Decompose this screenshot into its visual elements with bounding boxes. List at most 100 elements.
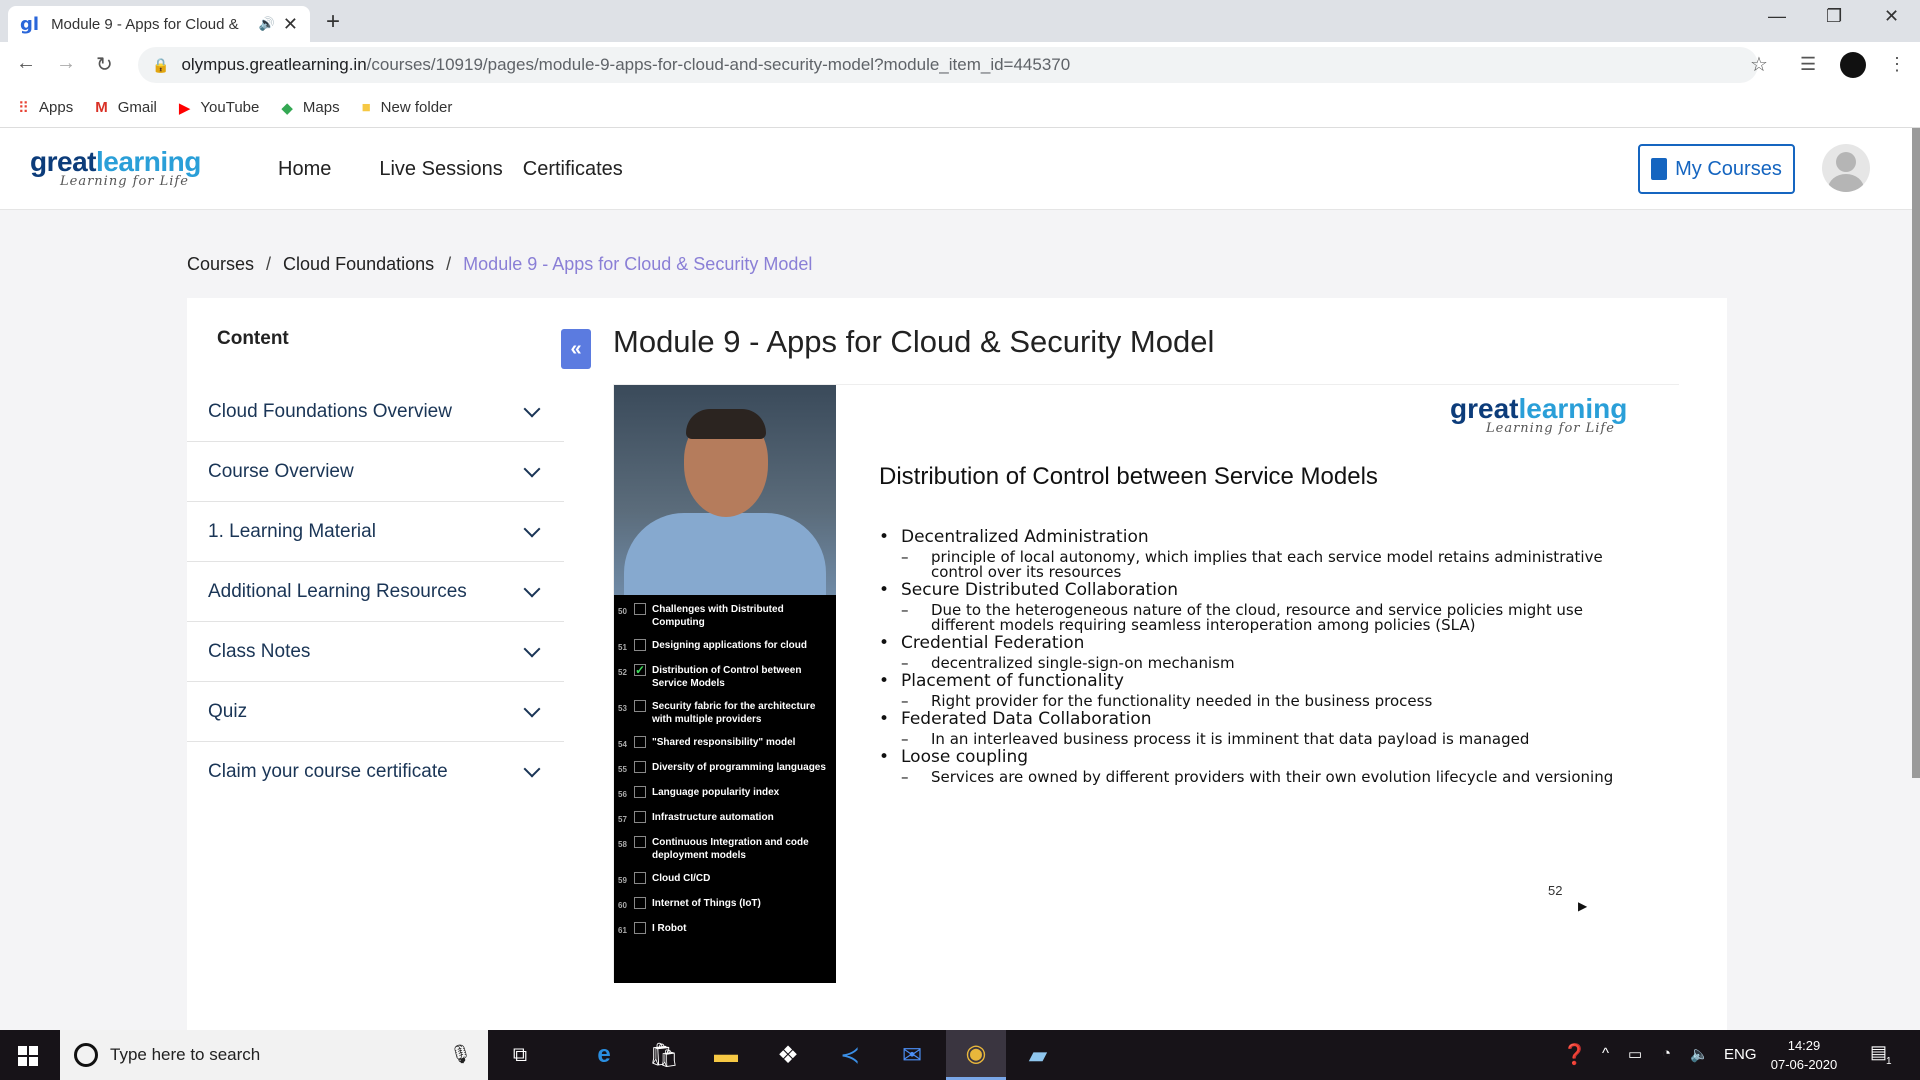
bookmark-label: New folder [380,99,453,116]
content-sidebar: Content Cloud Foundations Overview Cours… [187,298,564,1030]
forward-icon[interactable]: → [56,52,76,75]
video-topic-list: 50 Challenges with Distributed Computing … [614,603,836,947]
browser-tabstrip: gl Module 9 - Apps for Cloud & 🔊 ✕ + — ❐… [0,0,1920,42]
bookmark-maps[interactable]: ◆ Maps [281,99,339,117]
lock-icon: 🔒 [152,56,170,73]
bookmark-gmail[interactable]: M Gmail [95,99,157,116]
slide-greatlearning-logo: greatlearning Learning for Life [1450,393,1628,436]
my-courses-label: My Courses [1675,157,1782,180]
nav-live-sessions[interactable]: Live Sessions [379,158,502,181]
video-player[interactable]: 50 Challenges with Distributed Computing … [613,384,1680,983]
task-view-icon[interactable]: ⧉ [490,1030,550,1080]
sidebar-item-label: Quiz [208,700,248,722]
folder-icon: ■ [361,99,371,116]
play-icon[interactable]: ▶ [1578,899,1587,913]
reload-icon[interactable]: ↻ [96,52,113,77]
browser-menu-icon[interactable]: ⋮ [1888,54,1906,75]
speaker-icon[interactable]: 🔊 [259,16,275,32]
apps-grid-icon: ⠿ [18,99,29,117]
gmail-icon: M [95,99,108,116]
taskbar-search-input[interactable]: Type here to search 🎙 [60,1030,488,1080]
slide-subbullet: – In an interleaved business process it i… [901,730,1530,748]
checkbox-icon [634,922,646,934]
breadcrumb-separator: / [446,254,452,274]
nav-certificates[interactable]: Certificates [523,158,623,181]
slide-bullet: • Placement of functionality [879,671,1124,691]
sidebar-heading: Content [217,328,289,349]
profile-avatar-icon[interactable] [1840,52,1866,78]
breadcrumb-cloud-foundations[interactable]: Cloud Foundations [283,254,434,274]
bookmark-youtube[interactable]: ▶ YouTube [179,99,260,117]
main-nav: Home Live Sessions Certificates [278,158,623,181]
slide-subbullet: – Right provider for the functionality ne… [901,692,1433,710]
cortana-icon [74,1043,98,1067]
my-courses-button[interactable]: My Courses [1638,144,1795,194]
chrome-icon[interactable]: ◉ [946,1030,1006,1080]
topic-row: 55 Diversity of programming languages [618,761,826,774]
system-clock[interactable]: 14:29 07-06-2020 [1764,1036,1844,1074]
sidebar-item-course-overview[interactable]: Course Overview [187,442,564,502]
store-icon[interactable]: 🛍 [634,1030,694,1080]
bookmark-star-icon[interactable]: ☆ [1750,52,1768,77]
browser-tab[interactable]: gl Module 9 - Apps for Cloud & 🔊 ✕ [8,6,310,42]
topic-row: 58 Continuous Integration and code deploy… [618,836,809,861]
url-path: /courses/10919/pages/module-9-apps-for-c… [366,55,1071,74]
bookmark-new-folder[interactable]: ■ New folder [362,99,453,116]
dropbox-icon[interactable]: ❖ [758,1030,818,1080]
lecture-slide: greatlearning Learning for Life Distribu… [836,385,1680,983]
wifi-icon[interactable]: ◔ [1662,1045,1671,1062]
close-tab-icon[interactable]: ✕ [283,14,298,35]
sidebar-item-cloud-foundations-overview[interactable]: Cloud Foundations Overview [187,382,564,442]
bookmark-label: Gmail [117,99,157,116]
topic-row: 51 Designing applications for cloud [618,639,808,652]
notepad-icon[interactable]: ▰ [1008,1030,1068,1080]
checkbox-icon [634,603,646,615]
collapse-sidebar-button[interactable]: « [561,329,591,369]
edge-icon[interactable]: e [574,1030,634,1080]
slide-bullet: • Secure Distributed Collaboration [879,580,1179,600]
presenter-video-image [614,385,836,595]
minimize-window-icon[interactable]: — [1768,6,1786,27]
volume-icon[interactable]: 🔈 [1690,1045,1709,1063]
sidebar-item-quiz[interactable]: Quiz [187,682,564,742]
visual-studio-code-icon[interactable]: ≺ [820,1030,880,1080]
restore-window-icon[interactable]: ❐ [1826,6,1842,27]
mail-icon[interactable]: ✉ [882,1030,942,1080]
battery-icon[interactable]: ▭ [1628,1045,1642,1063]
slide-bullet: • Loose coupling [879,747,1029,767]
chevron-down-icon [523,640,541,657]
sidebar-item-label: Course Overview [208,460,354,482]
breadcrumb-current: Module 9 - Apps for Cloud & Security Mod… [463,254,813,274]
help-icon[interactable]: ❓ [1562,1042,1587,1067]
checkbox-icon [634,786,646,798]
sidebar-item-learning-material[interactable]: 1. Learning Material [187,502,564,562]
notifications-icon[interactable]: ▤ [1870,1042,1887,1063]
sidebar-item-class-notes[interactable]: Class Notes [187,622,564,682]
new-tab-button[interactable]: + [326,8,340,36]
media-control-icon[interactable]: ☰ [1800,54,1816,75]
sidebar-item-claim-certificate[interactable]: Claim your course certificate [187,742,564,802]
windows-start-icon[interactable] [18,1046,38,1066]
sidebar-item-additional-learning-resources[interactable]: Additional Learning Resources [187,562,564,622]
checkbox-icon [634,700,646,712]
back-icon[interactable]: ← [16,52,36,75]
chevron-down-icon [523,700,541,717]
slide-subbullet: – principle of local autonomy, which impl… [901,548,1603,581]
nav-home[interactable]: Home [278,158,331,181]
page-scrollbar[interactable] [1912,128,1920,778]
slide-number: 52 [1548,883,1563,898]
breadcrumb-courses[interactable]: Courses [187,254,254,274]
sidebar-item-label: Claim your course certificate [208,761,448,782]
slide-title: Distribution of Control between Service … [879,463,1378,490]
show-hidden-icons-icon[interactable]: ^ [1602,1045,1609,1062]
file-explorer-icon[interactable]: ▬ [696,1030,756,1080]
microphone-icon[interactable]: 🎙 [449,1044,472,1065]
close-window-icon[interactable]: ✕ [1884,6,1899,27]
user-avatar[interactable] [1822,144,1870,192]
address-bar[interactable]: 🔒 olympus.greatlearning.in/courses/10919… [138,47,1758,83]
checkbox-icon [634,761,646,773]
language-indicator[interactable]: ENG [1724,1046,1757,1063]
bookmark-apps[interactable]: ⠿ Apps [18,99,73,117]
breadcrumb: Courses / Cloud Foundations / Module 9 - App… [187,254,812,275]
greatlearning-logo[interactable]: greatlearning Learning for Life [30,146,201,189]
